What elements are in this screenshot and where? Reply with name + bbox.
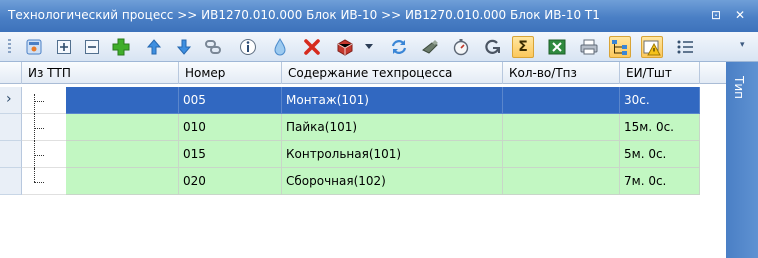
sigma-glyph: Σ	[518, 39, 528, 55]
window-title-bar: Технологический процесс >> ИВ1270.010.00…	[0, 0, 758, 32]
stopwatch-icon[interactable]	[450, 36, 472, 58]
tree-line-horizontal	[34, 182, 44, 183]
tree-line-vertical	[34, 94, 35, 114]
column-header-qty[interactable]: Кол-во/Тпз	[503, 62, 620, 84]
list-icon[interactable]	[674, 36, 696, 58]
collapse-minus-icon[interactable]	[81, 36, 103, 58]
tree-view-icon[interactable]	[609, 36, 631, 58]
toolbar-grip[interactable]	[8, 39, 11, 55]
table-row[interactable]: 010 Пайка(101) 15м. 0с.	[0, 114, 700, 141]
link-chain-icon[interactable]	[202, 36, 224, 58]
cell-unit[interactable]: 30с.	[620, 87, 700, 114]
side-panel-tab[interactable]: Тип	[726, 62, 758, 258]
warning-folder-icon[interactable]	[641, 36, 663, 58]
close-icon[interactable]: ✕	[732, 7, 748, 23]
tree-connector	[22, 141, 66, 168]
toolbar: Σ ▾	[0, 32, 758, 62]
column-header-from-ttp[interactable]: Из ТТП	[22, 62, 179, 84]
cell-qty[interactable]	[503, 141, 620, 168]
window-title: Технологический процесс >> ИВ1270.010.00…	[8, 8, 600, 22]
move-up-arrow-icon[interactable]	[143, 36, 165, 58]
cell-qty[interactable]	[503, 114, 620, 141]
add-green-plus-icon[interactable]	[110, 36, 132, 58]
current-row-marker-icon: ›	[6, 91, 12, 107]
sum-sigma-icon[interactable]: Σ	[512, 36, 534, 58]
cell-from-ttp[interactable]	[66, 114, 179, 141]
delete-x-icon[interactable]	[301, 36, 323, 58]
cell-from-ttp[interactable]	[66, 141, 179, 168]
cell-qty[interactable]	[503, 168, 620, 195]
row-indicator[interactable]	[0, 114, 22, 141]
cell-number[interactable]: 020	[179, 168, 282, 195]
cell-from-ttp[interactable]	[66, 87, 179, 114]
toolbar-overflow-icon[interactable]: ▾	[740, 40, 745, 50]
tree-line-horizontal	[34, 128, 44, 129]
process-grid: Из ТТП Номер Содержание техпроцесса Кол-…	[0, 62, 726, 258]
grid-header: Из ТТП Номер Содержание техпроцесса Кол-…	[0, 62, 726, 84]
tree-line-horizontal	[34, 101, 44, 102]
header-indicator	[0, 62, 22, 84]
row-indicator[interactable]	[0, 168, 22, 195]
cell-content[interactable]: Пайка(101)	[282, 114, 503, 141]
recalc-icon[interactable]	[481, 36, 503, 58]
cell-unit[interactable]: 15м. 0с.	[620, 114, 700, 141]
cell-unit[interactable]: 5м. 0с.	[620, 141, 700, 168]
tree-connector	[22, 114, 66, 141]
cell-content[interactable]: Контрольная(101)	[282, 141, 503, 168]
column-header-unit[interactable]: ЕИ/Тшт	[620, 62, 700, 84]
cell-number[interactable]: 005	[179, 87, 282, 114]
properties-icon[interactable]	[23, 36, 45, 58]
cell-qty[interactable]	[503, 87, 620, 114]
cell-content[interactable]: Монтаж(101)	[282, 87, 503, 114]
tree-connector	[22, 168, 66, 195]
tree-line-horizontal	[34, 155, 44, 156]
cell-unit[interactable]: 7м. 0с.	[620, 168, 700, 195]
dropdown-arrow-icon[interactable]	[362, 36, 376, 58]
cell-content[interactable]: Сборочная(102)	[282, 168, 503, 195]
table-row[interactable]: 015 Контрольная(101) 5м. 0с.	[0, 141, 700, 168]
cell-number[interactable]: 010	[179, 114, 282, 141]
expand-plus-icon[interactable]	[53, 36, 75, 58]
row-indicator[interactable]	[0, 141, 22, 168]
column-header-content[interactable]: Содержание техпроцесса	[282, 62, 503, 84]
row-indicator[interactable]: ›	[0, 87, 22, 114]
pin-icon[interactable]: ⊡	[708, 7, 724, 23]
table-row[interactable]: › 005 Монтаж(101) 30с.	[0, 87, 700, 114]
move-down-arrow-icon[interactable]	[173, 36, 195, 58]
tree-line-vertical	[34, 168, 35, 182]
side-panel-label: Тип	[732, 76, 746, 99]
table-row[interactable]: 020 Сборочная(102) 7м. 0с.	[0, 168, 700, 195]
package-icon[interactable]	[334, 36, 356, 58]
tool-icon[interactable]	[419, 36, 441, 58]
cell-from-ttp[interactable]	[66, 168, 179, 195]
drop-icon[interactable]	[269, 36, 291, 58]
column-header-number[interactable]: Номер	[179, 62, 282, 84]
refresh-icon[interactable]	[388, 36, 410, 58]
print-icon[interactable]	[578, 36, 600, 58]
tree-connector	[22, 87, 66, 114]
cell-number[interactable]: 015	[179, 141, 282, 168]
info-icon[interactable]	[237, 36, 259, 58]
excel-icon[interactable]	[546, 36, 568, 58]
